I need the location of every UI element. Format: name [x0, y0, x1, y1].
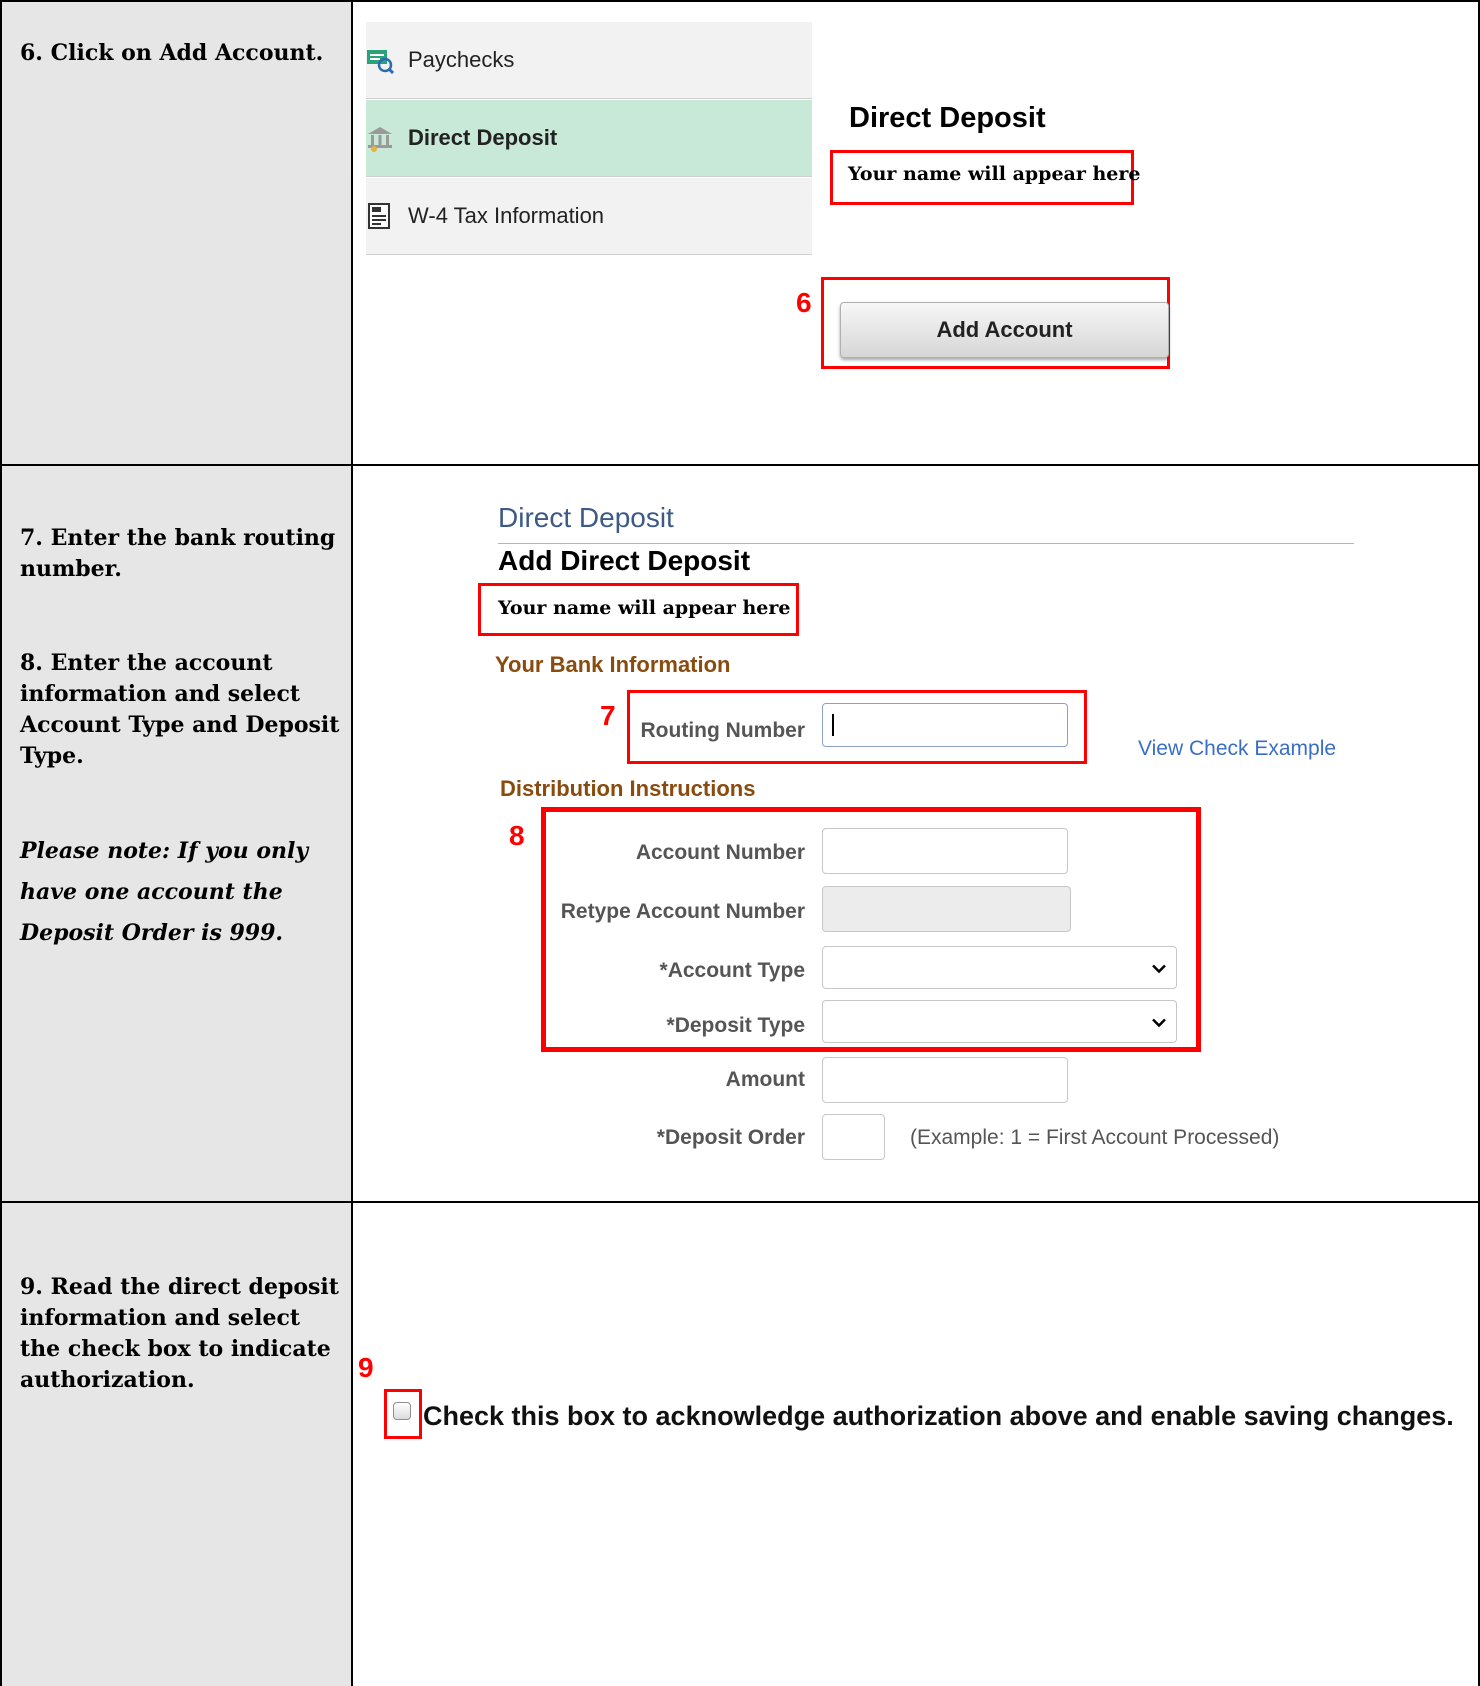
- text-cursor: [832, 714, 834, 736]
- table-border-top: [0, 0, 1480, 2]
- section-heading: Direct Deposit: [849, 102, 1046, 134]
- amount-input[interactable]: [822, 1057, 1068, 1103]
- distribution-heading: Distribution Instructions: [500, 776, 756, 801]
- add-account-button-label: Add Account: [936, 317, 1073, 342]
- table-row-divider: [0, 1201, 1480, 1203]
- deposit-order-hint: (Example: 1 = First Account Processed): [910, 1126, 1280, 1149]
- sidebar-item-label: W-4 Tax Information: [408, 203, 605, 228]
- authorization-checkbox[interactable]: [393, 1402, 411, 1420]
- step-9-text: 9. Read the direct deposit information a…: [20, 1274, 339, 1393]
- deposit-type-label: *Deposit Type: [666, 1014, 805, 1037]
- page-subtitle: Add Direct Deposit: [498, 545, 751, 576]
- callout-number: 9: [358, 1352, 374, 1383]
- add-account-button[interactable]: Add Account: [840, 302, 1169, 358]
- account-type-select[interactable]: [822, 946, 1177, 989]
- table-row-divider: [0, 464, 1480, 466]
- bank-info-heading: Your Bank Information: [495, 652, 731, 677]
- sidebar-item-label: Direct Deposit: [408, 125, 558, 150]
- table-border-left: [0, 0, 2, 1686]
- sidebar-item-direct-deposit[interactable]: Direct Deposit: [366, 100, 812, 177]
- retype-account-number-label: Retype Account Number: [560, 900, 805, 923]
- deposit-order-label: *Deposit Order: [656, 1126, 805, 1149]
- account-number-label: Account Number: [635, 841, 805, 864]
- step-8-text: 8. Enter the account information and sel…: [20, 650, 340, 769]
- chevron-down-icon: [1152, 957, 1166, 978]
- deposit-type-select[interactable]: [822, 1000, 1177, 1043]
- title-divider: [498, 543, 1354, 544]
- view-check-example-link[interactable]: View Check Example: [1138, 737, 1336, 761]
- routing-number-input[interactable]: [822, 703, 1068, 747]
- tax-form-icon: [366, 202, 394, 230]
- sidebar-item-paychecks[interactable]: Paychecks: [366, 22, 812, 99]
- retype-account-number-input[interactable]: [822, 886, 1071, 932]
- sidebar-item-label: Paychecks: [408, 47, 515, 72]
- deposit-order-input[interactable]: [822, 1114, 885, 1160]
- page-title: Direct Deposit: [498, 502, 674, 533]
- sidebar-item-w4-tax[interactable]: W-4 Tax Information: [366, 178, 812, 255]
- employee-name: Your name will appear here: [848, 163, 1141, 185]
- step-6-text: 6. Click on Add Account.: [20, 40, 324, 66]
- chevron-down-icon: [1152, 1011, 1166, 1032]
- step-7-text: 7. Enter the bank routing number.: [20, 525, 336, 582]
- routing-number-label: Routing Number: [640, 719, 805, 742]
- employee-name: Your name will appear here: [498, 597, 791, 619]
- paychecks-icon: [366, 46, 395, 75]
- authorization-checkbox-label[interactable]: Check this box to acknowledge authorizat…: [423, 1401, 1454, 1432]
- callout-number: 6: [796, 287, 812, 318]
- account-number-input[interactable]: [822, 828, 1068, 874]
- step-8-note: Please note: If you only have one accoun…: [20, 838, 309, 946]
- account-type-label: *Account Type: [659, 959, 805, 982]
- amount-label: Amount: [725, 1068, 805, 1091]
- table-column-divider: [351, 0, 353, 1686]
- bank-icon: [366, 124, 394, 152]
- step-cell-6: [0, 0, 353, 465]
